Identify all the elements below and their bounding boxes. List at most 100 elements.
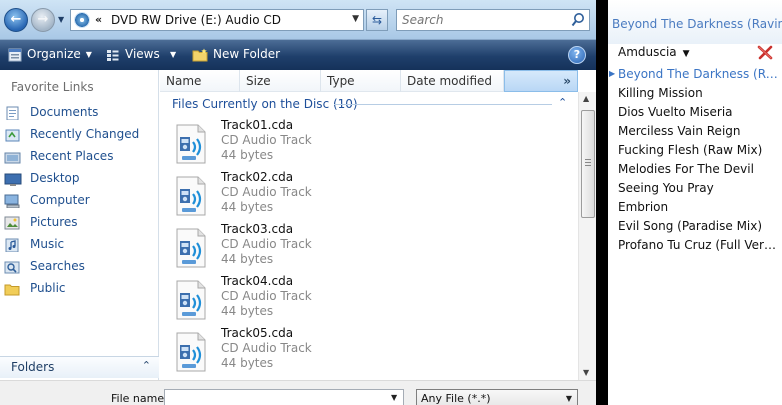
organize-icon bbox=[8, 48, 22, 61]
artist-dropdown[interactable]: Amduscia ▼ bbox=[618, 45, 690, 59]
file-name: Track01.cda bbox=[221, 118, 294, 132]
chevron-down-icon: ▼ bbox=[682, 49, 690, 59]
file-item[interactable]: Track03.cda CD Audio Track 44 bytes bbox=[174, 222, 534, 270]
column-headers: Name Size Type Date modified » bbox=[160, 70, 578, 92]
cd-drive-icon bbox=[74, 12, 90, 28]
file-item[interactable]: Track01.cda CD Audio Track 44 bytes bbox=[174, 118, 534, 166]
nav-link-pictures[interactable]: Pictures bbox=[4, 212, 154, 232]
folders-toggle[interactable]: Folders ⌃ bbox=[0, 356, 159, 378]
track-item[interactable]: Melodies For The Devil bbox=[618, 160, 782, 179]
file-type: CD Audio Track bbox=[221, 341, 312, 355]
explorer-window: ← → ▼ « DVD RW Drive (E:) Audio CD ▼ ⇆ S… bbox=[0, 0, 596, 405]
recent-pages-dropdown[interactable]: ▼ bbox=[58, 15, 64, 24]
arrow-right-icon: → bbox=[37, 12, 49, 27]
file-size: 44 bytes bbox=[221, 356, 274, 370]
scroll-down-arrow-icon[interactable]: ▼ bbox=[583, 368, 589, 377]
address-toolbar: ← → ▼ « DVD RW Drive (E:) Audio CD ▼ ⇆ bbox=[0, 0, 596, 40]
file-size: 44 bytes bbox=[221, 148, 274, 162]
recent-places-icon bbox=[4, 152, 21, 163]
more-columns-button[interactable]: » bbox=[504, 70, 578, 92]
help-button[interactable]: ? bbox=[568, 46, 586, 64]
views-button[interactable]: Views bbox=[106, 40, 160, 70]
nav-link-computer[interactable]: Computer bbox=[4, 190, 154, 210]
file-type: CD Audio Track bbox=[221, 185, 312, 199]
file-name: Track03.cda bbox=[221, 222, 294, 236]
media-player-list-pane: Beyond The Darkness (Raving... Amduscia ▼… bbox=[608, 0, 782, 405]
nav-link-label: Computer bbox=[30, 193, 90, 207]
address-field[interactable]: « DVD RW Drive (E:) Audio CD ▼ bbox=[70, 9, 364, 31]
track-item[interactable]: Embrion bbox=[618, 198, 782, 217]
nav-link-recently-changed[interactable]: Recently Changed bbox=[4, 124, 154, 144]
file-item[interactable]: Track05.cda CD Audio Track 44 bytes bbox=[174, 326, 534, 374]
cd-audio-track-icon bbox=[176, 176, 206, 216]
track-item[interactable]: Seeing You Pray bbox=[618, 179, 782, 198]
scroll-up-arrow-icon[interactable]: ▲ bbox=[583, 94, 589, 103]
nav-link-public[interactable]: Public bbox=[4, 278, 154, 298]
file-name: Track04.cda bbox=[221, 274, 294, 288]
file-name-row: File name: ▼ Any File (*.*) ▼ bbox=[0, 380, 596, 405]
back-button[interactable]: ← bbox=[4, 8, 28, 32]
music-icon bbox=[5, 238, 19, 252]
refresh-button[interactable]: ⇆ bbox=[366, 9, 388, 31]
nav-link-documents[interactable]: Documents bbox=[4, 102, 154, 122]
track-item[interactable]: Fucking Flesh (Raw Mix) bbox=[618, 141, 782, 160]
command-toolbar: Organize ▼ Views ▼ New Folder ? bbox=[0, 40, 596, 70]
refresh-icon: ⇆ bbox=[371, 13, 383, 27]
vertical-scrollbar[interactable]: ▲ ▼ bbox=[578, 92, 596, 380]
views-label: Views bbox=[125, 47, 160, 61]
clear-list-icon[interactable] bbox=[756, 43, 774, 61]
now-playing-header: Beyond The Darkness (Raving... bbox=[608, 0, 782, 44]
column-header-size[interactable]: Size bbox=[240, 70, 321, 92]
column-header-date-modified[interactable]: Date modified bbox=[401, 70, 504, 92]
now-playing-title: Beyond The Darkness (Raving... bbox=[612, 17, 782, 31]
file-size: 44 bytes bbox=[221, 200, 274, 214]
track-item[interactable]: Merciless Vain Reign bbox=[618, 122, 782, 141]
file-name-input[interactable] bbox=[164, 389, 404, 405]
address-overflow-chevrons[interactable]: « bbox=[95, 13, 102, 26]
desktop-icon bbox=[4, 173, 22, 186]
chevron-down-icon: ▼ bbox=[58, 15, 65, 24]
chevron-down-icon: ▼ bbox=[85, 50, 92, 59]
track-item[interactable]: Profano Tu Cruz (Full Version) bbox=[618, 236, 782, 255]
recently-changed-icon bbox=[5, 129, 20, 141]
track-item[interactable]: Evil Song (Paradise Mix) bbox=[618, 217, 782, 236]
nav-link-searches[interactable]: Searches bbox=[4, 256, 154, 276]
nav-link-recent-places[interactable]: Recent Places bbox=[4, 146, 154, 166]
search-input[interactable] bbox=[397, 10, 567, 30]
artist-name: Amduscia bbox=[618, 45, 677, 59]
views-dropdown-arrow[interactable]: ▼ bbox=[170, 40, 176, 70]
group-header[interactable]: Files Currently on the Disc (10) bbox=[172, 97, 358, 111]
chevron-down-icon[interactable]: ▼ bbox=[352, 14, 359, 24]
nav-link-music[interactable]: Music bbox=[4, 234, 154, 254]
public-icon bbox=[4, 284, 20, 295]
column-header-name[interactable]: Name bbox=[160, 70, 240, 92]
scrollbar-grip bbox=[585, 159, 591, 167]
chevron-down-icon[interactable]: ▼ bbox=[391, 393, 397, 402]
folders-label: Folders bbox=[11, 360, 55, 374]
track-item[interactable]: Beyond The Darkness (Raving Mix) bbox=[618, 65, 782, 84]
chevron-up-icon[interactable]: ⌃ bbox=[558, 96, 567, 109]
file-item[interactable]: Track02.cda CD Audio Track 44 bytes bbox=[174, 170, 534, 218]
organize-button[interactable]: Organize ▼ bbox=[8, 40, 92, 70]
search-box[interactable] bbox=[396, 9, 590, 31]
scrollbar-thumb[interactable] bbox=[581, 110, 595, 218]
cd-audio-track-icon bbox=[176, 280, 206, 320]
nav-link-desktop[interactable]: Desktop bbox=[4, 168, 154, 188]
nav-link-label: Searches bbox=[30, 259, 85, 273]
documents-icon bbox=[6, 106, 19, 120]
forward-button[interactable]: → bbox=[31, 8, 55, 32]
nav-link-label: Pictures bbox=[30, 215, 78, 229]
track-item[interactable]: Dios Vuelto Miseria bbox=[618, 103, 782, 122]
new-folder-button[interactable]: New Folder bbox=[192, 40, 280, 70]
column-header-type[interactable]: Type bbox=[321, 70, 401, 92]
nav-link-label: Desktop bbox=[30, 171, 80, 185]
search-icon[interactable] bbox=[571, 12, 585, 28]
arrow-left-icon: ← bbox=[10, 12, 22, 27]
navigation-pane: Favorite Links Documents Recently Changed… bbox=[0, 70, 159, 405]
file-type-select[interactable]: Any File (*.*) ▼ bbox=[416, 389, 578, 405]
file-type: CD Audio Track bbox=[221, 237, 312, 251]
file-type-value: Any File (*.*) bbox=[421, 392, 491, 405]
nav-link-label: Public bbox=[30, 281, 66, 295]
track-item[interactable]: Killing Mission bbox=[618, 84, 782, 103]
file-item[interactable]: Track04.cda CD Audio Track 44 bytes bbox=[174, 274, 534, 322]
